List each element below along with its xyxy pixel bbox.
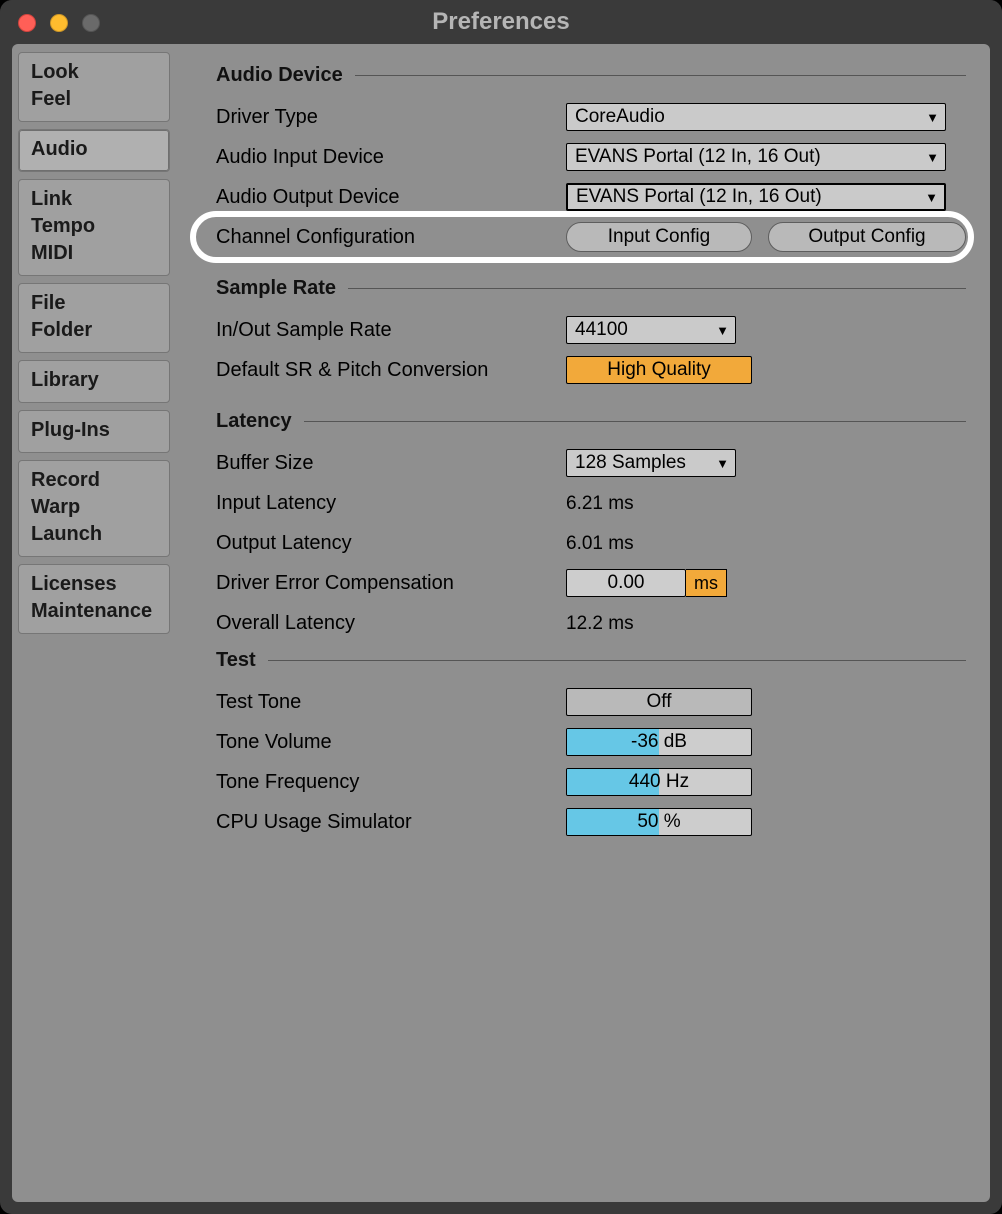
- section-title: Sample Rate: [216, 277, 336, 300]
- section-divider: [348, 288, 966, 289]
- sidebar-item-label: Link: [31, 186, 157, 213]
- section-header: Latency: [216, 410, 966, 433]
- titlebar: Preferences: [0, 0, 1002, 44]
- sidebar-item-label: Feel: [31, 86, 157, 113]
- section-title: Test: [216, 649, 256, 672]
- tone-frequency-label: Tone Frequency: [216, 771, 566, 794]
- section-title: Latency: [216, 410, 292, 433]
- dropdown-value: CoreAudio: [575, 106, 665, 128]
- tab-look-feel[interactable]: Look Feel: [18, 52, 170, 122]
- section-audio-device: Audio Device Driver Type CoreAudio ▼ Aud…: [216, 64, 966, 257]
- preferences-window: Preferences Look Feel Audio Link Tempo M…: [0, 0, 1002, 1214]
- tab-library[interactable]: Library: [18, 360, 170, 403]
- sidebar-item-label: Look: [31, 59, 157, 86]
- chevron-down-icon: ▼: [926, 110, 939, 125]
- overall-latency-label: Overall Latency: [216, 612, 566, 635]
- window-body: Look Feel Audio Link Tempo MIDI File Fol…: [12, 44, 990, 1202]
- chevron-down-icon: ▼: [925, 190, 938, 205]
- tone-volume-label: Tone Volume: [216, 731, 566, 754]
- window-title: Preferences: [0, 8, 1002, 36]
- dropdown-value: 44100: [575, 319, 628, 341]
- section-title: Audio Device: [216, 64, 343, 87]
- in-out-sample-rate-label: In/Out Sample Rate: [216, 319, 566, 342]
- section-sample-rate: Sample Rate In/Out Sample Rate 44100 ▼ D…: [216, 277, 966, 390]
- section-divider: [268, 660, 966, 661]
- audio-input-device-label: Audio Input Device: [216, 146, 566, 169]
- driver-type-label: Driver Type: [216, 106, 566, 129]
- test-tone-label: Test Tone: [216, 691, 566, 714]
- dropdown-value: EVANS Portal (12 In, 16 Out): [576, 186, 822, 208]
- dropdown-value: EVANS Portal (12 In, 16 Out): [575, 146, 821, 168]
- section-divider: [355, 75, 966, 76]
- traffic-lights: [18, 14, 100, 32]
- driver-type-dropdown[interactable]: CoreAudio ▼: [566, 103, 946, 131]
- section-header: Test: [216, 649, 966, 672]
- tab-file-folder[interactable]: File Folder: [18, 283, 170, 353]
- tab-licenses-maintenance[interactable]: Licenses Maintenance: [18, 564, 170, 634]
- sidebar-item-label: Audio: [31, 136, 157, 163]
- minimize-window-button[interactable]: [50, 14, 68, 32]
- sidebar-item-label: Warp: [31, 494, 157, 521]
- section-header: Sample Rate: [216, 277, 966, 300]
- sidebar-item-label: Folder: [31, 317, 157, 344]
- output-config-button[interactable]: Output Config: [768, 222, 966, 252]
- section-header: Audio Device: [216, 64, 966, 87]
- buffer-size-dropdown[interactable]: 128 Samples ▼: [566, 449, 736, 477]
- slider-value: 50 %: [637, 811, 680, 833]
- buffer-size-label: Buffer Size: [216, 452, 566, 475]
- section-latency: Latency Buffer Size 128 Samples ▼ Input …: [216, 410, 966, 643]
- input-latency-label: Input Latency: [216, 492, 566, 515]
- sidebar-item-label: Record: [31, 467, 157, 494]
- close-window-button[interactable]: [18, 14, 36, 32]
- chevron-down-icon: ▼: [926, 150, 939, 165]
- audio-output-device-label: Audio Output Device: [216, 186, 566, 209]
- driver-error-comp-value: 0.00: [566, 569, 686, 597]
- input-latency-value: 6.21 ms: [566, 493, 634, 514]
- chevron-down-icon: ▼: [716, 456, 729, 471]
- driver-error-comp-unit: ms: [686, 569, 727, 597]
- in-out-sample-rate-dropdown[interactable]: 44100 ▼: [566, 316, 736, 344]
- tab-record-warp-launch[interactable]: Record Warp Launch: [18, 460, 170, 557]
- section-divider: [304, 421, 966, 422]
- default-sr-label: Default SR & Pitch Conversion: [216, 359, 566, 382]
- overall-latency-value: 12.2 ms: [566, 613, 634, 634]
- tone-frequency-slider[interactable]: 440 Hz: [566, 768, 752, 796]
- audio-input-device-dropdown[interactable]: EVANS Portal (12 In, 16 Out) ▼: [566, 143, 946, 171]
- driver-error-comp-field[interactable]: 0.00 ms: [566, 569, 727, 597]
- input-config-button[interactable]: Input Config: [566, 222, 752, 252]
- sidebar-item-label: Maintenance: [31, 598, 157, 625]
- channel-configuration-label: Channel Configuration: [216, 226, 566, 249]
- tone-volume-slider[interactable]: -36 dB: [566, 728, 752, 756]
- slider-value: 440 Hz: [629, 771, 689, 793]
- content-pane: Audio Device Driver Type CoreAudio ▼ Aud…: [176, 44, 990, 1202]
- sidebar-item-label: MIDI: [31, 240, 157, 267]
- tab-audio[interactable]: Audio: [18, 129, 170, 172]
- audio-output-device-dropdown[interactable]: EVANS Portal (12 In, 16 Out) ▼: [566, 183, 946, 211]
- sidebar-item-label: Licenses: [31, 571, 157, 598]
- zoom-window-button[interactable]: [82, 14, 100, 32]
- sidebar-item-label: Plug-Ins: [31, 417, 157, 444]
- output-latency-label: Output Latency: [216, 532, 566, 555]
- cpu-usage-simulator-label: CPU Usage Simulator: [216, 811, 566, 834]
- section-test: Test Test Tone Off Tone Volume -36 dB: [216, 649, 966, 842]
- slider-value: -36 dB: [631, 731, 687, 753]
- tab-link-tempo-midi[interactable]: Link Tempo MIDI: [18, 179, 170, 276]
- sidebar-item-label: Tempo: [31, 213, 157, 240]
- default-sr-toggle[interactable]: High Quality: [566, 356, 752, 384]
- cpu-usage-simulator-slider[interactable]: 50 %: [566, 808, 752, 836]
- output-latency-value: 6.01 ms: [566, 533, 634, 554]
- dropdown-value: 128 Samples: [575, 452, 686, 474]
- driver-error-comp-label: Driver Error Compensation: [216, 572, 566, 595]
- sidebar-item-label: File: [31, 290, 157, 317]
- sidebar-item-label: Library: [31, 367, 157, 394]
- sidebar-item-label: Launch: [31, 521, 157, 548]
- sidebar: Look Feel Audio Link Tempo MIDI File Fol…: [12, 44, 176, 1202]
- test-tone-toggle[interactable]: Off: [566, 688, 752, 716]
- chevron-down-icon: ▼: [716, 323, 729, 338]
- tab-plugins[interactable]: Plug-Ins: [18, 410, 170, 453]
